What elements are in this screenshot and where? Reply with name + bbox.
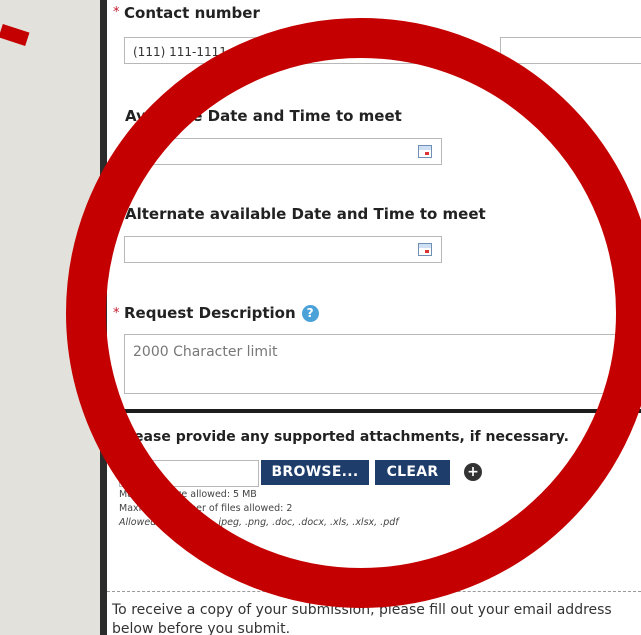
request-form: * Contact number (111) 111-1111 ext Avai…	[107, 0, 641, 635]
help-icon[interactable]: ?	[301, 305, 319, 322]
attachment-file-field[interactable]	[119, 460, 259, 487]
calendar-icon[interactable]	[418, 243, 432, 256]
allowed-types-note: Allowed types: .jpg, .jpeg, .png, .doc, …	[119, 517, 399, 528]
alternate-date-input[interactable]	[124, 236, 442, 263]
max-files-note: Maximum number of files allowed: 2	[119, 503, 293, 514]
ext-label: ext	[463, 44, 484, 59]
clear-button[interactable]: CLEAR	[375, 460, 450, 485]
attachments-heading: Please provide any supported attachments…	[119, 429, 569, 445]
required-mark: *	[113, 5, 120, 20]
calendar-icon[interactable]	[418, 145, 432, 158]
dashed-separator	[107, 591, 641, 592]
alternate-date-label: Alternate available Date and Time to mee…	[125, 205, 486, 223]
max-size-note: Maximum size allowed: 5 MB	[119, 489, 257, 500]
request-description-text: Request Description	[124, 304, 296, 322]
phone-value: (111) 111-1111	[133, 45, 227, 59]
plus-circle-icon[interactable]: +	[464, 463, 482, 481]
required-mark: *	[113, 306, 120, 321]
vertical-divider	[100, 0, 107, 635]
ext-input[interactable]	[500, 37, 641, 64]
contact-number-label: Contact number	[124, 4, 260, 22]
email-copy-instructions: To receive a copy of your submission, pl…	[112, 602, 612, 635]
request-description-textarea[interactable]: 2000 Character limit	[124, 334, 641, 394]
available-date-label: Available Date and Time to meet	[125, 107, 402, 125]
available-date-input[interactable]	[124, 138, 442, 165]
request-description-label: Request Description?	[124, 304, 319, 322]
section-divider	[107, 409, 641, 413]
left-panel	[0, 0, 100, 635]
phone-input[interactable]: (111) 111-1111	[124, 37, 426, 64]
browse-button[interactable]: BROWSE...	[261, 460, 369, 485]
request-description-placeholder: 2000 Character limit	[133, 344, 278, 360]
